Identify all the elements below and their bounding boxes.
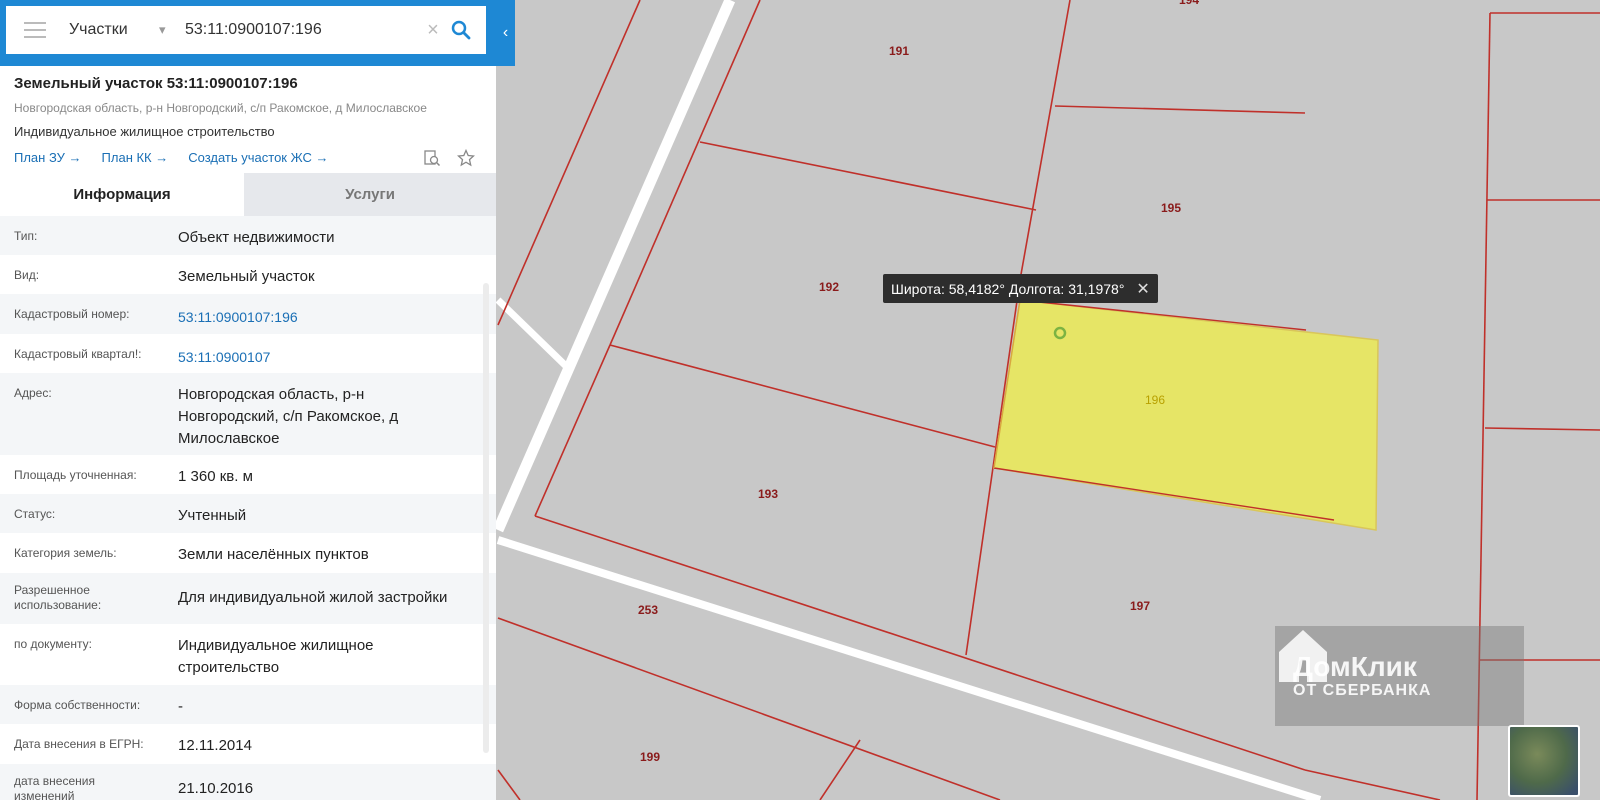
row-key: Категория земель: [14, 546, 117, 560]
search-box: Участки ▾ × [6, 6, 486, 54]
info-row-land-category: Категория земель: Земли населённых пункт… [0, 533, 496, 573]
row-key: Разрешенное использование: [14, 583, 102, 612]
info-row-kind: Вид: Земельный участок [0, 255, 496, 294]
row-value: Земельный участок [178, 268, 315, 285]
parcel-label-197: 197 [1129, 599, 1151, 613]
row-key: Статус: [14, 507, 56, 521]
row-key: Форма собственности: [14, 698, 141, 712]
parcel-usage: Индивидуальное жилищное строительство [14, 124, 275, 139]
row-value: 21.10.2016 [178, 780, 254, 797]
cadastral-number-link[interactable]: 53:11:0900107:196 [178, 294, 482, 334]
row-value: - [178, 698, 183, 715]
row-key: Тип: [14, 229, 38, 243]
row-key: Адрес: [14, 386, 52, 400]
chevron-down-icon[interactable]: ▾ [159, 22, 185, 38]
collapse-panel-button[interactable]: ‹ [496, 0, 515, 66]
row-value: Индивидуальное жилищное строительство [178, 637, 374, 676]
row-key: Дата внесения в ЕГРН: [14, 737, 144, 751]
panel-tabs: Информация Услуги [0, 173, 496, 216]
row-value: Земли населённых пунктов [178, 546, 369, 563]
info-row-permitted-use: Разрешенное использование: Для индивидуа… [0, 573, 496, 624]
search-input[interactable] [185, 21, 420, 39]
search-button[interactable] [446, 15, 476, 45]
tab-services[interactable]: Услуги [244, 173, 496, 216]
parcel-label-199: 199 [639, 750, 661, 764]
parcel-label-195: 195 [1160, 201, 1182, 215]
search-icon [451, 20, 471, 40]
row-value: Учтенный [178, 507, 247, 524]
cadastral-quarter-link[interactable]: 53:11:0900107 [178, 334, 482, 373]
parcel-links: План ЗУ → План КК → Создать участок ЖС → [14, 150, 482, 165]
parcel-title: Земельный участок 53:11:0900107:196 [14, 75, 298, 92]
row-key: Кадастровый номер: [14, 307, 130, 321]
plan-zu-link[interactable]: План ЗУ → [14, 150, 82, 165]
row-value: 12.11.2014 [178, 737, 252, 754]
row-key: Площадь уточненная: [14, 468, 137, 482]
plan-kk-link[interactable]: План КК → [102, 150, 169, 165]
info-row-area: Площадь уточненная: 1 360 кв. м [0, 455, 496, 494]
parcel-header: Земельный участок 53:11:0900107:196 Новг… [0, 66, 496, 173]
hamburger-menu-icon[interactable] [24, 22, 46, 38]
domclick-watermark: ДомКлик ОТ СБЕРБАНКА [1275, 626, 1524, 726]
star-icon[interactable] [456, 148, 476, 168]
parcel-label-253: 253 [637, 603, 659, 617]
parcel-address: Новгородская область, р-н Новгородский, … [14, 101, 427, 115]
coordinate-tooltip: Широта: 58,4182° Долгота: 31,1978° ✕ [883, 274, 1158, 303]
parcel-label-192: 192 [818, 280, 840, 294]
info-table: Тип: Объект недвижимости Вид: Земельный … [0, 216, 496, 800]
parcel-label-191: 191 [888, 44, 910, 58]
info-row-ownership: Форма собственности: - [0, 685, 496, 724]
info-row-by-document: по документу: Индивидуальное жилищное ст… [0, 624, 496, 685]
row-key: дата внесения изменений [14, 774, 95, 800]
tab-info[interactable]: Информация [0, 173, 244, 216]
info-row-type: Тип: Объект недвижимости [0, 216, 496, 255]
info-row-cadastral-quarter: Кадастровый квартал!: 53:11:0900107 [0, 334, 496, 373]
info-panel: Земельный участок 53:11:0900107:196 Новг… [0, 66, 496, 800]
info-row-status: Статус: Учтенный [0, 494, 496, 533]
coordinate-text: Широта: 58,4182° Долгота: 31,1978° [891, 280, 1125, 297]
row-value: 1 360 кв. м [178, 468, 253, 485]
row-value: Для индивидуальной жилой застройки [178, 589, 448, 606]
panel-scrollbar[interactable] [483, 283, 489, 753]
parcel-label-194: 194 [1178, 0, 1200, 7]
row-value: Объект недвижимости [178, 229, 335, 246]
info-row-cadastral-number: Кадастровый номер: 53:11:0900107:196 [0, 294, 496, 334]
parcel-label-196: 196 [1144, 393, 1166, 407]
satellite-layer-toggle[interactable] [1508, 725, 1580, 797]
search-bar: Участки ▾ × ‹ [0, 0, 515, 66]
info-row-address: Адрес: Новгородская область, р-н Новгоро… [0, 373, 496, 455]
row-key: по документу: [14, 637, 92, 651]
parcel-label-193: 193 [757, 487, 779, 501]
info-row-egrn-date: Дата внесения в ЕГРН: 12.11.2014 [0, 724, 496, 764]
row-key: Вид: [14, 268, 40, 282]
category-select[interactable]: Участки [69, 21, 159, 39]
clear-icon[interactable]: × [420, 19, 446, 42]
create-parcel-link[interactable]: Создать участок ЖС → [188, 150, 328, 165]
house-logo-icon [1279, 630, 1327, 682]
close-icon[interactable]: ✕ [1136, 279, 1149, 299]
info-row-change-date: дата внесения изменений 21.10.2016 [0, 764, 496, 800]
document-search-icon[interactable] [422, 148, 442, 168]
row-key: Кадастровый квартал!: [14, 347, 142, 361]
row-value: Новгородская область, р-н Новгородский, … [178, 386, 399, 447]
